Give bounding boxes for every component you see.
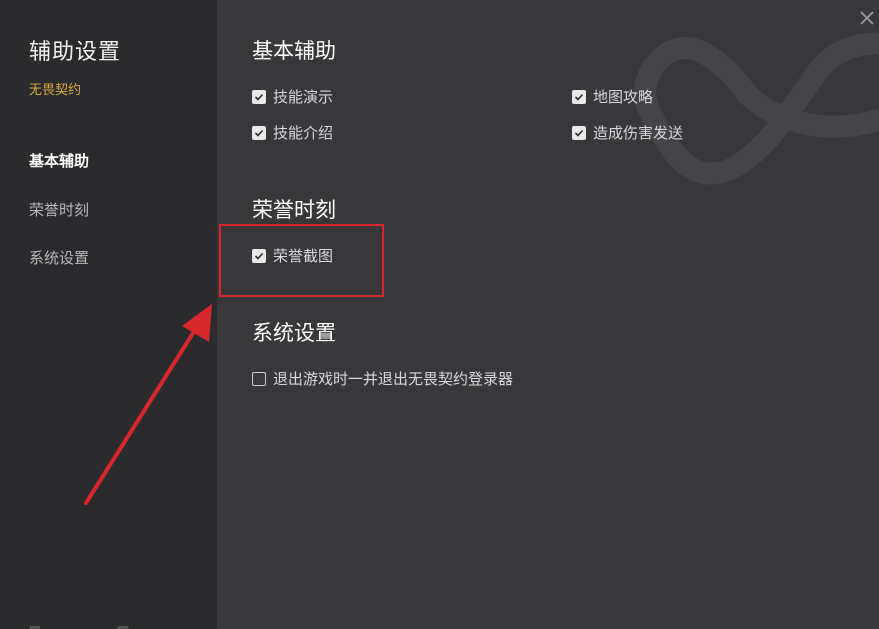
sidebar-item-honor[interactable]: 荣誉时刻 <box>29 199 89 220</box>
option-label: 技能演示 <box>273 88 334 106</box>
sidebar-title: 辅助设置 <box>29 40 122 65</box>
option-label: 造成伤害发送 <box>593 124 684 142</box>
game-name: 无畏契约 <box>29 83 82 98</box>
option-skill-intro[interactable]: 技能介绍 <box>252 122 333 143</box>
option-label: 技能介绍 <box>273 124 334 142</box>
checkbox-checked-icon[interactable] <box>572 125 586 140</box>
option-map-guide[interactable]: 地图攻略 <box>572 86 653 107</box>
option-damage-send[interactable]: 造成伤害发送 <box>572 122 683 143</box>
checkbox-unchecked-icon[interactable] <box>252 371 266 386</box>
section-title-honor: 荣誉时刻 <box>252 198 336 222</box>
highlight-box <box>219 224 384 297</box>
option-label: 地图攻略 <box>593 88 654 106</box>
checkbox-checked-icon[interactable] <box>252 125 266 140</box>
option-exit-launcher[interactable]: 退出游戏时一并退出无畏契约登录器 <box>252 368 513 389</box>
section-title-basic: 基本辅助 <box>252 39 336 63</box>
sidebar-item-basic[interactable]: 基本辅助 <box>29 150 89 171</box>
option-label: 退出游戏时一并退出无畏契约登录器 <box>273 370 514 388</box>
close-icon[interactable] <box>857 8 877 28</box>
sidebar-item-system[interactable]: 系统设置 <box>29 247 89 268</box>
section-title-system: 系统设置 <box>252 321 336 345</box>
sidebar: 辅助设置 无畏契约 基本辅助 荣誉时刻 系统设置 <box>0 0 217 629</box>
checkbox-checked-icon[interactable] <box>252 89 266 104</box>
checkbox-checked-icon[interactable] <box>572 89 586 104</box>
option-skill-demo[interactable]: 技能演示 <box>252 86 333 107</box>
